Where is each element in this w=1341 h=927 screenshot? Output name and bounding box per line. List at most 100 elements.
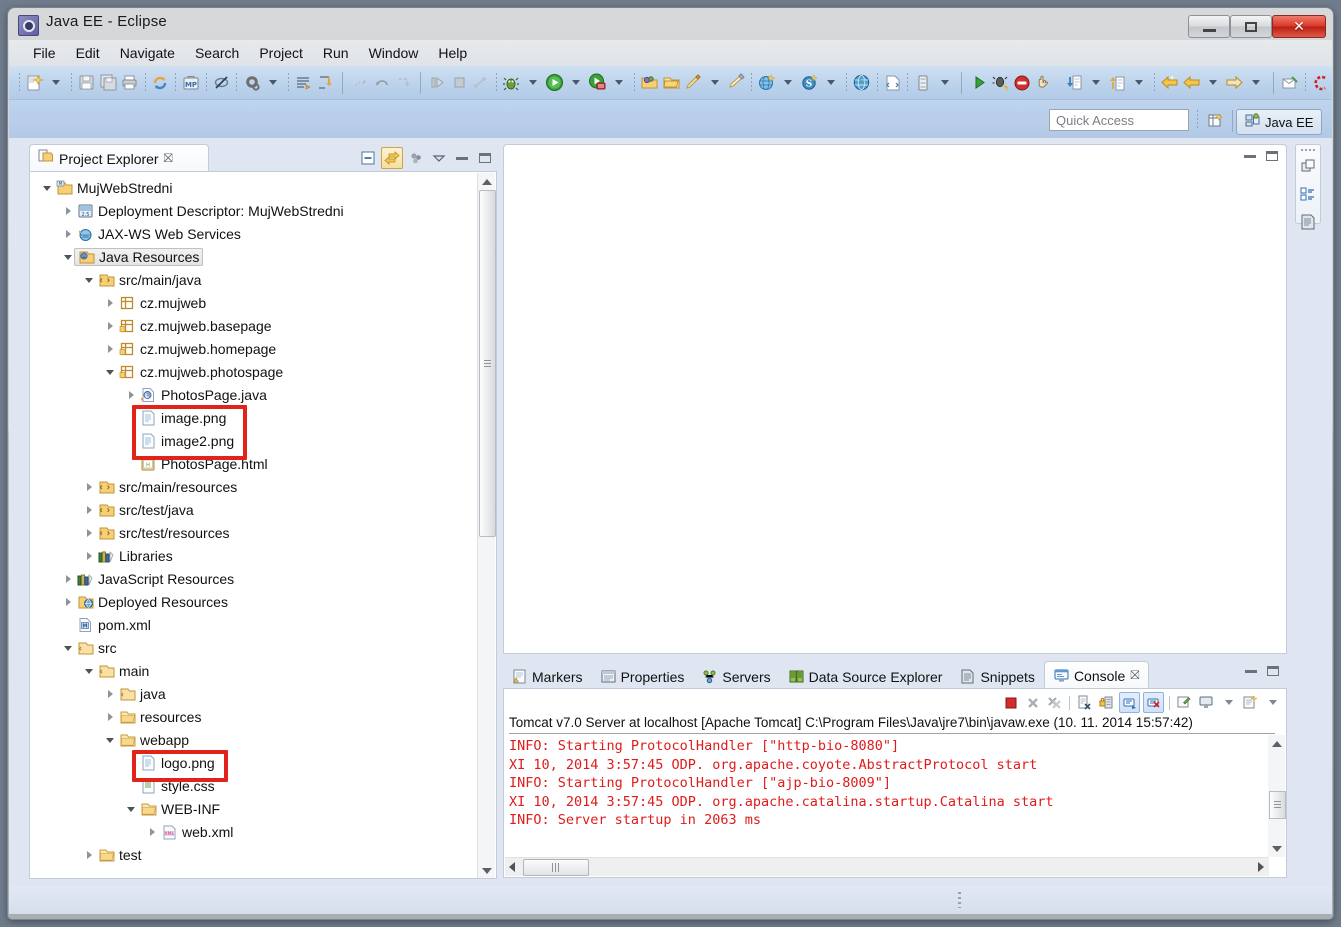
menu-window[interactable]: Window (359, 43, 429, 63)
tab-console[interactable]: Console⛝ (1044, 661, 1150, 689)
tree-item[interactable]: resources (30, 705, 476, 728)
minimize-view-icon[interactable] (452, 148, 472, 168)
expand-arrow-open-icon[interactable] (84, 665, 96, 677)
expand-arrow-closed-icon[interactable] (105, 688, 117, 700)
tree-item[interactable]: cz.mujweb (30, 291, 476, 314)
print-icon[interactable] (120, 72, 140, 94)
display-selected-console-icon[interactable] (1197, 693, 1216, 712)
new-jsp-icon[interactable] (883, 72, 903, 94)
tree-item-content[interactable]: Mpom.xml (77, 617, 151, 633)
tree-item[interactable]: image2.png (30, 429, 476, 452)
open-web-browser-icon[interactable] (852, 72, 872, 94)
expand-arrow-closed-icon[interactable] (147, 826, 159, 838)
run-dropdown-caret[interactable] (566, 72, 586, 94)
display-console-caret[interactable] (1219, 693, 1238, 712)
console-scroll-down-icon[interactable] (1268, 840, 1285, 857)
tree-item-content[interactable]: image.png (140, 410, 226, 426)
tree-item-content[interactable]: HPhotosPage.html (140, 456, 268, 472)
tree-item-content[interactable]: src/test/resources (98, 525, 229, 541)
open-mail-icon[interactable] (1281, 72, 1301, 94)
tree-item[interactable]: Deployed Resources (30, 590, 476, 613)
menu-file[interactable]: File (23, 43, 66, 63)
close-button[interactable]: ✕ (1272, 15, 1326, 38)
expand-arrow-closed-icon[interactable] (84, 527, 96, 539)
close-icon[interactable]: ⛝ (164, 151, 173, 166)
console-vertical-scrollbar[interactable] (1268, 735, 1285, 857)
tab-servers[interactable]: Servers (693, 664, 779, 689)
tree-item[interactable]: cz.mujweb.photospage (30, 360, 476, 383)
clear-console-icon[interactable] (1075, 693, 1094, 712)
maven-build-icon[interactable]: MP (181, 72, 201, 94)
restore-palette-icon[interactable] (1300, 158, 1316, 179)
tree-item-content[interactable]: style.css (140, 778, 215, 794)
tree-item-content[interactable]: JavaScript Resources (77, 571, 234, 587)
tree-item[interactable]: 2.5Deployment Descriptor: MujWebStredni (30, 199, 476, 222)
view-menu-dots-icon[interactable] (406, 148, 426, 168)
search-struts-icon[interactable]: S (800, 72, 820, 94)
expand-arrow-closed-icon[interactable] (63, 596, 75, 608)
menu-navigate[interactable]: Navigate (110, 43, 185, 63)
step-return-caret[interactable] (1129, 72, 1149, 94)
tree-item-content[interactable]: src (77, 640, 117, 656)
expand-arrow-closed-icon[interactable] (105, 320, 117, 332)
tree-item-content[interactable]: WEB-INF (140, 801, 220, 817)
tree-item-content[interactable]: XMLweb.xml (161, 824, 233, 840)
console-hscroll-thumb[interactable] (523, 859, 589, 876)
link-task-icon[interactable] (316, 72, 336, 94)
tree-item-content[interactable]: cz.mujweb.homepage (119, 341, 276, 357)
expand-arrow-closed-icon[interactable] (84, 481, 96, 493)
new-perspective-icon[interactable] (1204, 110, 1228, 132)
tree-item[interactable]: java (30, 682, 476, 705)
tree-item[interactable]: Java Resources (30, 245, 476, 268)
step-into-caret[interactable] (1086, 72, 1106, 94)
perspective-java-ee[interactable]: Java EE (1236, 109, 1322, 135)
tree-item-content[interactable]: src/main/java (98, 272, 201, 288)
project-explorer-scrollbar[interactable] (477, 173, 495, 879)
link-with-editor-icon[interactable] (381, 147, 403, 169)
minimize-button[interactable] (1188, 15, 1230, 38)
expand-arrow-open-icon[interactable] (84, 274, 96, 286)
expand-arrow-closed-icon[interactable] (84, 504, 96, 516)
scrollbar-thumb[interactable] (479, 190, 496, 537)
tree-item[interactable]: cz.mujweb.basepage (30, 314, 476, 337)
expand-arrow-closed-icon[interactable] (105, 711, 117, 723)
tree-item-content[interactable]: cz.mujweb (119, 295, 206, 311)
pointer-icon[interactable] (1034, 72, 1054, 94)
minimize-editor-icon[interactable] (1244, 155, 1256, 158)
tree-item-content[interactable]: src/test/java (98, 502, 194, 518)
scroll-lock-icon[interactable] (1097, 693, 1116, 712)
tree-item[interactable]: Libraries (30, 544, 476, 567)
tree-item[interactable]: JAX-WS Web Services (30, 222, 476, 245)
tree-item-content[interactable]: PhotosPage.java (140, 387, 267, 403)
tree-item[interactable]: WEB-INF (30, 797, 476, 820)
pin-console-icon[interactable] (1175, 693, 1194, 712)
tree-item[interactable]: src/test/java (30, 498, 476, 521)
paint-icon[interactable] (683, 72, 703, 94)
struts-dropdown-caret[interactable] (822, 72, 842, 94)
run-last-icon[interactable] (969, 72, 989, 94)
menu-edit[interactable]: Edit (66, 43, 110, 63)
menu-run[interactable]: Run (313, 43, 359, 63)
tree-item[interactable]: Mpom.xml (30, 613, 476, 636)
tree-item[interactable]: MMujWebStredni (30, 176, 476, 199)
scroll-up-icon[interactable] (478, 173, 495, 190)
tree-item[interactable]: cz.mujweb.homepage (30, 337, 476, 360)
back-yellow-icon[interactable] (1160, 72, 1180, 94)
console-scroll-right-icon[interactable] (1258, 862, 1264, 872)
tab-data-source-explorer[interactable]: Data Source Explorer (780, 664, 952, 689)
save-icon[interactable] (77, 72, 97, 94)
expand-arrow-closed-icon[interactable] (84, 550, 96, 562)
server-dropdown-caret[interactable] (610, 72, 630, 94)
run-icon[interactable] (545, 72, 565, 94)
expand-arrow-open-icon[interactable] (63, 251, 75, 263)
tree-item[interactable]: test (30, 843, 476, 866)
paint-dropdown-caret[interactable] (705, 72, 725, 94)
resize-grip-icon[interactable] (958, 892, 961, 908)
expand-arrow-closed-icon[interactable] (126, 389, 138, 401)
expand-arrow-open-icon[interactable] (105, 366, 117, 378)
collapse-all-icon[interactable] (358, 148, 378, 168)
open-type-icon[interactable] (640, 72, 660, 94)
menu-help[interactable]: Help (428, 43, 477, 63)
disconnect-icon[interactable] (471, 72, 491, 94)
expand-arrow-open-icon[interactable] (42, 182, 54, 194)
